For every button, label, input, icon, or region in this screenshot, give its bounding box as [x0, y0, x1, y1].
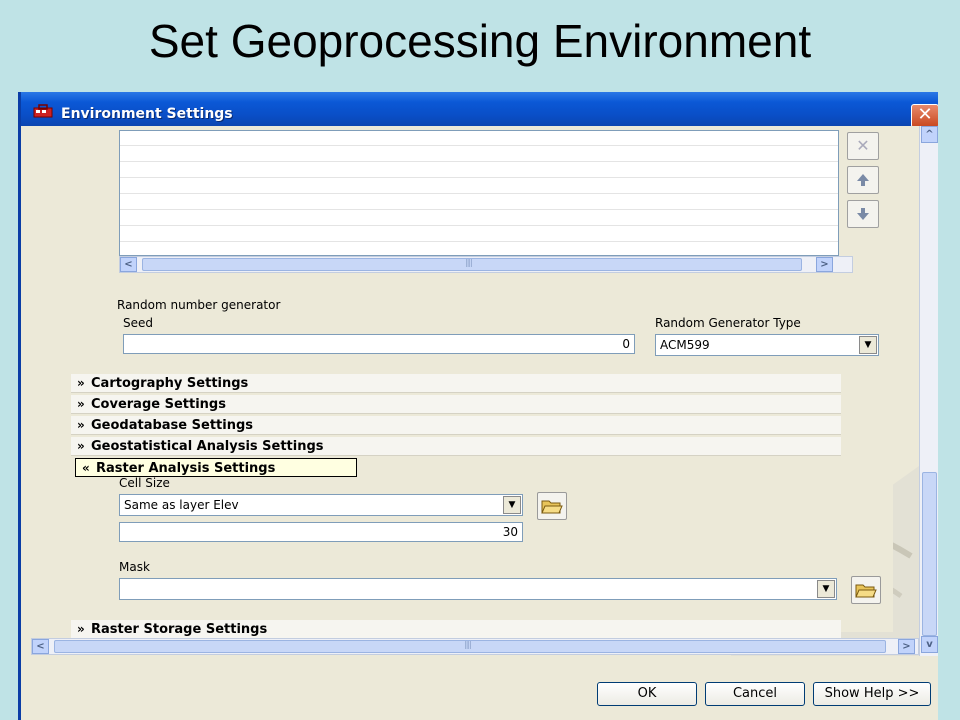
seed-input[interactable]: 0: [123, 334, 635, 354]
random-generator-type-value: ACM599: [660, 338, 710, 352]
list-row: [120, 193, 838, 194]
window-title: Environment Settings: [61, 106, 233, 122]
list-row: [120, 145, 838, 146]
scroll-left-icon[interactable]: <: [32, 639, 49, 654]
chevron-down-icon: »: [77, 418, 85, 432]
chevron-down-icon: »: [77, 622, 85, 636]
ok-button[interactable]: OK: [597, 682, 697, 706]
scroll-down-icon[interactable]: v: [921, 636, 938, 653]
cancel-button[interactable]: Cancel: [705, 682, 805, 706]
remove-button[interactable]: ✕: [847, 132, 879, 160]
section-label: Raster Storage Settings: [91, 622, 268, 637]
mask-label: Mask: [119, 560, 150, 574]
close-button[interactable]: ✕: [911, 104, 938, 128]
chevron-down-icon: »: [77, 397, 85, 411]
chevron-down-icon: »: [77, 439, 85, 453]
cell-size-value: Same as layer Elev: [124, 498, 239, 512]
list-row: [120, 209, 838, 210]
main-vertical-scrollbar[interactable]: ^ v: [919, 126, 938, 656]
scroll-up-icon[interactable]: ^: [921, 126, 938, 143]
section-raster-analysis[interactable]: « Raster Analysis Settings: [75, 458, 357, 477]
chevron-down-icon[interactable]: ▼: [817, 580, 835, 598]
top-panel: < |||| > ✕ Random number generator Seed: [71, 126, 901, 366]
main-horizontal-scrollbar[interactable]: < |||| >: [31, 638, 919, 655]
list-row: [120, 161, 838, 162]
chevron-down-icon: »: [77, 376, 85, 390]
list-box[interactable]: [119, 130, 839, 256]
show-help-button[interactable]: Show Help >>: [813, 682, 931, 706]
cell-size-label: Cell Size: [119, 476, 170, 490]
section-geostatistical[interactable]: » Geostatistical Analysis Settings: [71, 437, 841, 456]
random-generator-type-label: Random Generator Type: [655, 316, 801, 330]
section-label: Coverage Settings: [91, 397, 226, 412]
settings-content: < |||| > ✕ Random number generator Seed: [31, 126, 919, 656]
random-generator-type-select[interactable]: ACM599 ▼: [655, 334, 879, 356]
move-down-button[interactable]: [847, 200, 879, 228]
move-up-button[interactable]: [847, 166, 879, 194]
list-row: [120, 225, 838, 226]
environment-settings-window: Environment Settings ✕ < |||| > ✕ Random…: [18, 92, 938, 720]
chevron-down-icon[interactable]: ▼: [503, 496, 521, 514]
close-icon: ✕: [917, 104, 933, 125]
list-row: [120, 241, 838, 242]
grip-icon: ||||: [465, 258, 473, 267]
scroll-thumb[interactable]: [922, 472, 937, 636]
chevron-up-icon: «: [82, 461, 90, 475]
section-coverage[interactable]: » Coverage Settings: [71, 395, 841, 414]
chevron-down-icon[interactable]: ▼: [859, 336, 877, 354]
remove-x-icon: ✕: [856, 136, 870, 155]
scroll-thumb[interactable]: [142, 258, 802, 271]
scroll-right-icon[interactable]: >: [898, 639, 915, 654]
section-label: Geodatabase Settings: [91, 418, 254, 433]
list-row: [120, 177, 838, 178]
title-bar[interactable]: Environment Settings ✕: [21, 92, 938, 128]
cell-size-browse-button[interactable]: [537, 492, 567, 520]
seed-label: Seed: [123, 316, 153, 330]
cell-size-select[interactable]: Same as layer Elev ▼: [119, 494, 523, 516]
section-raster-storage[interactable]: » Raster Storage Settings: [71, 620, 841, 639]
scroll-left-icon[interactable]: <: [120, 257, 137, 272]
section-cartography[interactable]: » Cartography Settings: [71, 374, 841, 393]
section-geodatabase[interactable]: » Geodatabase Settings: [71, 416, 841, 435]
mask-browse-button[interactable]: [851, 576, 881, 604]
raster-analysis-panel: Cell Size Same as layer Elev ▼ 30 Mask ▼: [71, 472, 893, 632]
cell-size-number-input[interactable]: 30: [119, 522, 523, 542]
mask-select[interactable]: ▼: [119, 578, 837, 600]
arrow-down-icon: [857, 208, 869, 220]
toolbox-icon: [33, 104, 53, 118]
arrow-up-icon: [857, 174, 869, 186]
open-folder-icon: [541, 500, 563, 514]
section-label: Cartography Settings: [91, 376, 249, 391]
random-generator-label: Random number generator: [117, 298, 281, 312]
section-label: Raster Analysis Settings: [96, 461, 276, 476]
open-folder-icon: [855, 584, 877, 598]
section-label: Geostatistical Analysis Settings: [91, 439, 324, 454]
dialog-button-bar: OK Cancel Show Help >>: [21, 656, 938, 720]
list-horizontal-scrollbar[interactable]: < |||| >: [119, 256, 853, 273]
scroll-right-icon[interactable]: >: [816, 257, 833, 272]
slide-title: Set Geoprocessing Environment: [148, 15, 812, 67]
grip-icon: ||||: [464, 640, 472, 649]
